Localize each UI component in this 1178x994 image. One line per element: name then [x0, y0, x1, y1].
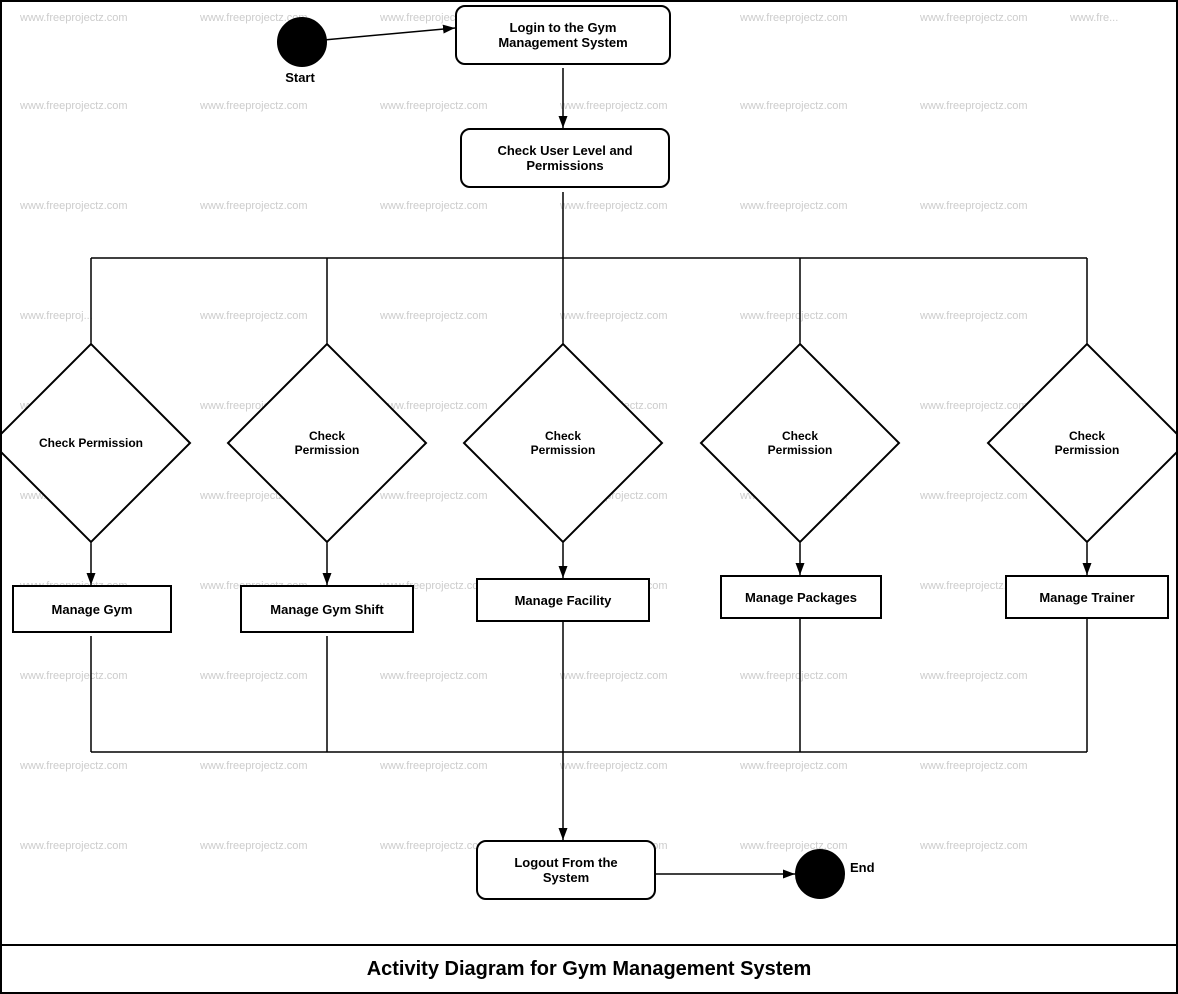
watermark: www.freeprojectz.com	[740, 100, 848, 112]
check-permission-3-label: CheckPermission	[492, 372, 634, 514]
watermark: www.freeprojectz.com	[920, 490, 1028, 502]
end-node	[795, 849, 845, 899]
watermark: www.freeproj...	[20, 310, 93, 322]
watermark: www.freeprojectz.com	[740, 200, 848, 212]
watermark: www.freeprojectz.com	[380, 310, 488, 322]
watermark: www.freeprojectz.com	[380, 760, 488, 772]
watermark: www.freeprojectz.com	[20, 200, 128, 212]
watermark: www.freeprojectz.com	[380, 840, 488, 852]
manage-facility-box: Manage Facility	[476, 578, 650, 622]
watermark: www.freeprojectz.com	[20, 760, 128, 772]
check-permission-5: CheckPermission	[1016, 372, 1158, 514]
watermark: www.freeprojectz.com	[200, 840, 308, 852]
watermark: www.freeprojectz.com	[20, 100, 128, 112]
watermark: www.freeprojectz.com	[920, 100, 1028, 112]
check-permission-3: CheckPermission	[492, 372, 634, 514]
watermark: www.freeprojectz.com	[200, 200, 308, 212]
watermark: www.freeprojectz.com	[740, 840, 848, 852]
watermark: www.freeprojectz.com	[200, 100, 308, 112]
watermark: www.freeprojectz.com	[560, 670, 668, 682]
watermark: www.freeprojectz.com	[380, 100, 488, 112]
watermark: www.freeprojectz.com	[20, 670, 128, 682]
manage-packages-box: Manage Packages	[720, 575, 882, 619]
check-permission-2: CheckPermission	[256, 372, 398, 514]
watermark: www.freeprojectz.com	[740, 760, 848, 772]
end-label: End	[850, 860, 875, 875]
check-permission-2-label: CheckPermission	[256, 372, 398, 514]
start-label: Start	[270, 70, 330, 85]
watermark: www.freeprojectz.com	[20, 840, 128, 852]
watermark: www.fre...	[1070, 12, 1118, 24]
watermark: www.freeprojectz.com	[20, 12, 128, 24]
watermark: www.freeprojectz.com	[740, 12, 848, 24]
watermark: www.freeprojectz.com	[920, 310, 1028, 322]
manage-trainer-box: Manage Trainer	[1005, 575, 1169, 619]
watermark: www.freeprojectz.com	[920, 200, 1028, 212]
check-permission-1: Check Permission	[20, 372, 162, 514]
watermark: www.freeprojectz.com	[200, 310, 308, 322]
watermark: www.freeprojectz.com	[920, 670, 1028, 682]
watermark: www.freeprojectz.com	[380, 670, 488, 682]
watermark: www.freeprojectz.com	[200, 670, 308, 682]
manage-gym-box: Manage Gym	[12, 585, 172, 633]
logout-box: Logout From the System	[476, 840, 656, 900]
watermark: www.freeprojectz.com	[560, 200, 668, 212]
check-permission-4-label: CheckPermission	[729, 372, 871, 514]
watermark: www.freeprojectz.com	[920, 400, 1028, 412]
title-bar: Activity Diagram for Gym Management Syst…	[0, 944, 1178, 994]
watermark: www.freeprojectz.com	[740, 670, 848, 682]
start-node	[277, 17, 327, 67]
watermark: www.freeprojectz.com	[560, 100, 668, 112]
check-permission-1-label: Check Permission	[20, 372, 162, 514]
watermark: www.freeprojectz.com	[380, 200, 488, 212]
watermark: www.freeprojectz.com	[740, 310, 848, 322]
watermark: www.freeprojectz.com	[560, 310, 668, 322]
check-user-level-box: Check User Level and Permissions	[460, 128, 670, 188]
check-permission-5-label: CheckPermission	[1016, 372, 1158, 514]
watermark: www.freeprojectz.com	[920, 760, 1028, 772]
diagram-container: www.freeprojectz.com www.freeprojectz.co…	[0, 0, 1178, 994]
watermark: www.freeprojectz.com	[920, 840, 1028, 852]
watermark: www.freeprojectz.com	[200, 760, 308, 772]
diagram-title: Activity Diagram for Gym Management Syst…	[367, 958, 812, 981]
manage-gym-shift-box: Manage Gym Shift	[240, 585, 414, 633]
check-permission-4: CheckPermission	[729, 372, 871, 514]
watermark: www.freeprojectz.com	[920, 12, 1028, 24]
login-box: Login to the Gym Management System	[455, 5, 671, 65]
watermark: www.freeprojectz.com	[560, 760, 668, 772]
